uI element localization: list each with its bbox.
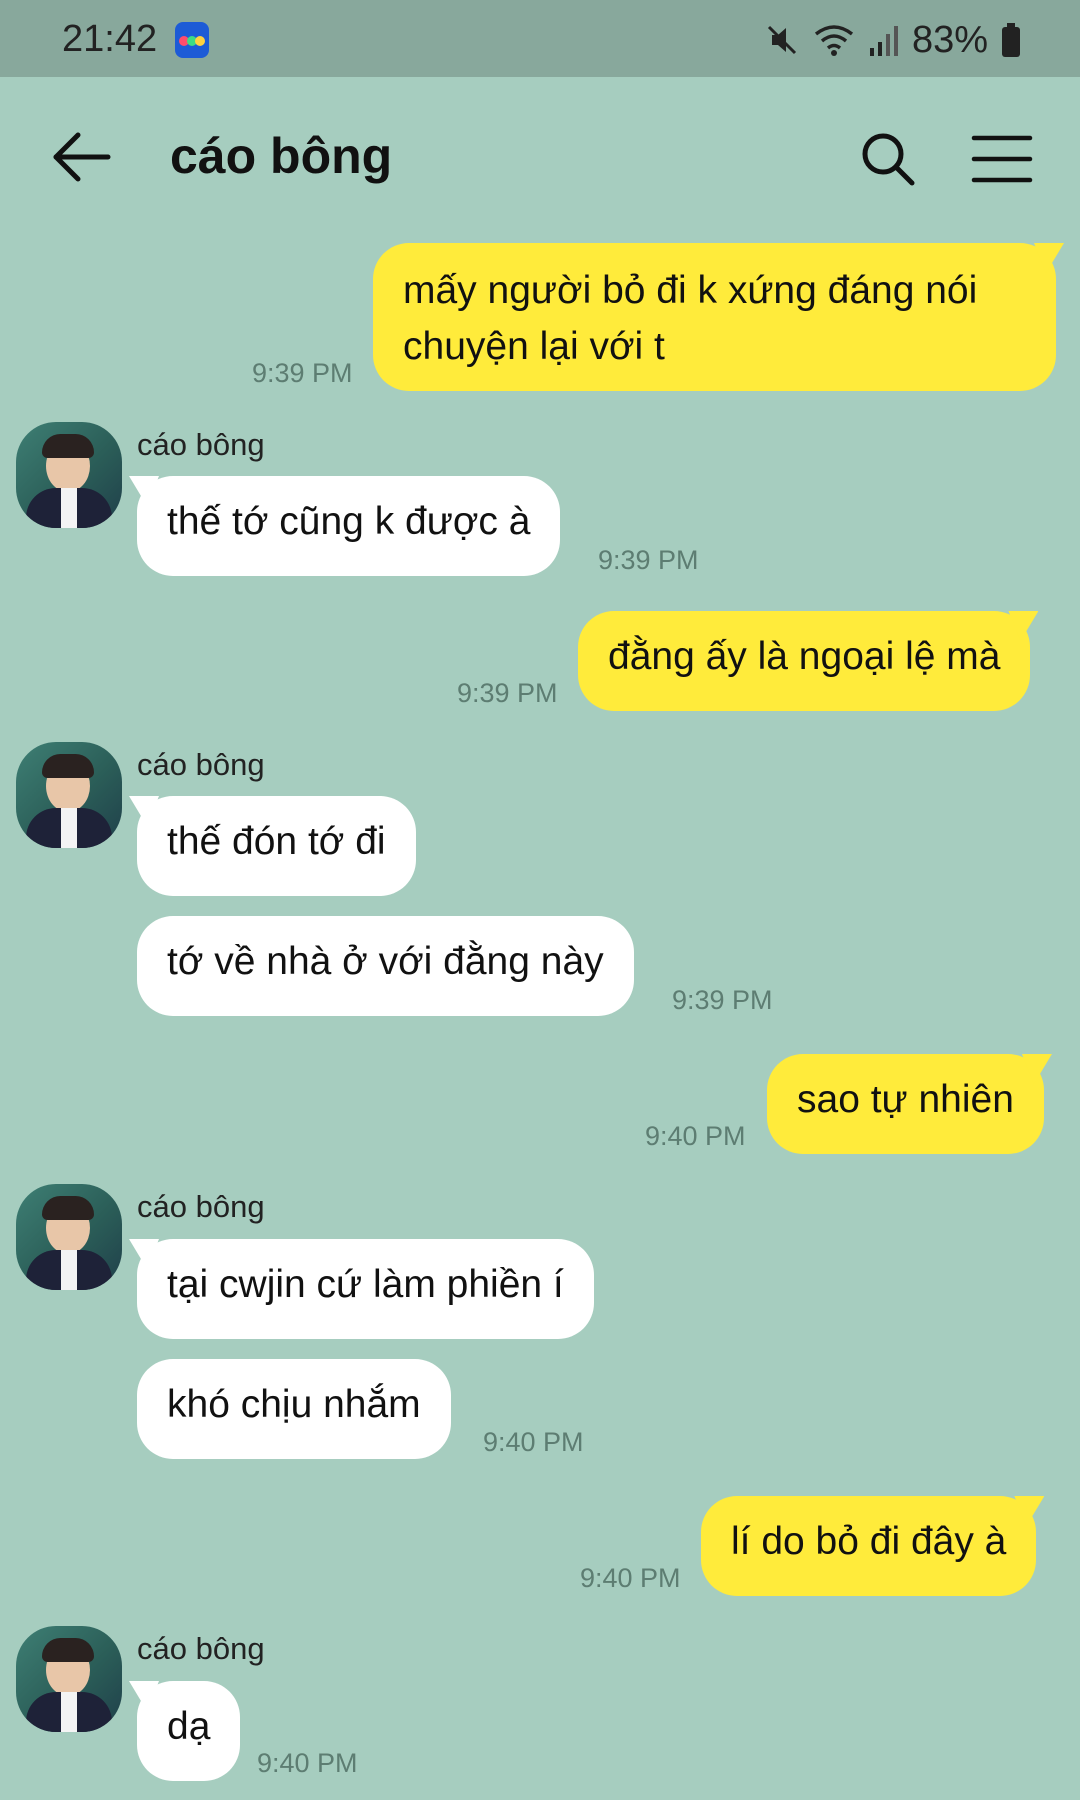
- message-time: 9:40 PM: [257, 1748, 358, 1778]
- incoming-message[interactable]: tại cwjin cứ làm phiền í: [137, 1239, 594, 1339]
- sender-name: cáo bông: [137, 1631, 265, 1666]
- message-time: 9:39 PM: [252, 358, 353, 388]
- message-text-line: mấy người bỏ đi k xứng đáng nói: [403, 269, 978, 312]
- incoming-message[interactable]: dạ: [137, 1681, 241, 1781]
- message-text: tớ về nhà ở với đằng này: [167, 940, 604, 983]
- message-time: 9:39 PM: [457, 678, 558, 708]
- message-time: 9:40 PM: [580, 1563, 681, 1593]
- sender-name: cáo bông: [137, 427, 265, 462]
- outgoing-message[interactable]: sao tự nhiên: [767, 1054, 1044, 1154]
- sender-name: cáo bông: [137, 747, 265, 782]
- message-list[interactable]: mấy người bỏ đi k xứng đáng nói chuyện l…: [0, 0, 1080, 1800]
- outgoing-message[interactable]: lí do bỏ đi đây à: [701, 1496, 1037, 1596]
- message-text-line: chuyện lại với t: [403, 325, 665, 368]
- message-time: 9:40 PM: [483, 1427, 584, 1457]
- incoming-message[interactable]: thế tớ cũng k được à: [137, 476, 561, 576]
- outgoing-message[interactable]: mấy người bỏ đi k xứng đáng nói chuyện l…: [373, 243, 1056, 391]
- message-text: thế tớ cũng k được à: [167, 500, 531, 543]
- sender-name: cáo bông: [137, 1189, 265, 1224]
- message-time: 9:39 PM: [672, 985, 773, 1015]
- avatar[interactable]: [16, 742, 122, 848]
- incoming-message[interactable]: khó chịu nhắm: [137, 1359, 451, 1459]
- avatar[interactable]: [16, 422, 122, 528]
- message-text: lí do bỏ đi đây à: [731, 1520, 1007, 1563]
- message-text: thế đón tớ đi: [167, 820, 386, 863]
- message-text: dạ: [167, 1705, 211, 1748]
- outgoing-message[interactable]: đằng ấy là ngoại lệ mà: [578, 611, 1031, 711]
- message-text: tại cwjin cứ làm phiền í: [167, 1263, 564, 1306]
- message-text: đằng ấy là ngoại lệ mà: [608, 635, 1001, 678]
- avatar[interactable]: [16, 1184, 122, 1290]
- message-text: khó chịu nhắm: [167, 1383, 421, 1426]
- message-text: sao tự nhiên: [797, 1078, 1014, 1121]
- avatar[interactable]: [16, 1626, 122, 1732]
- message-time: 9:40 PM: [645, 1121, 746, 1151]
- incoming-message[interactable]: thế đón tớ đi: [137, 796, 416, 896]
- incoming-message[interactable]: tớ về nhà ở với đằng này: [137, 916, 634, 1016]
- message-time: 9:39 PM: [598, 545, 699, 575]
